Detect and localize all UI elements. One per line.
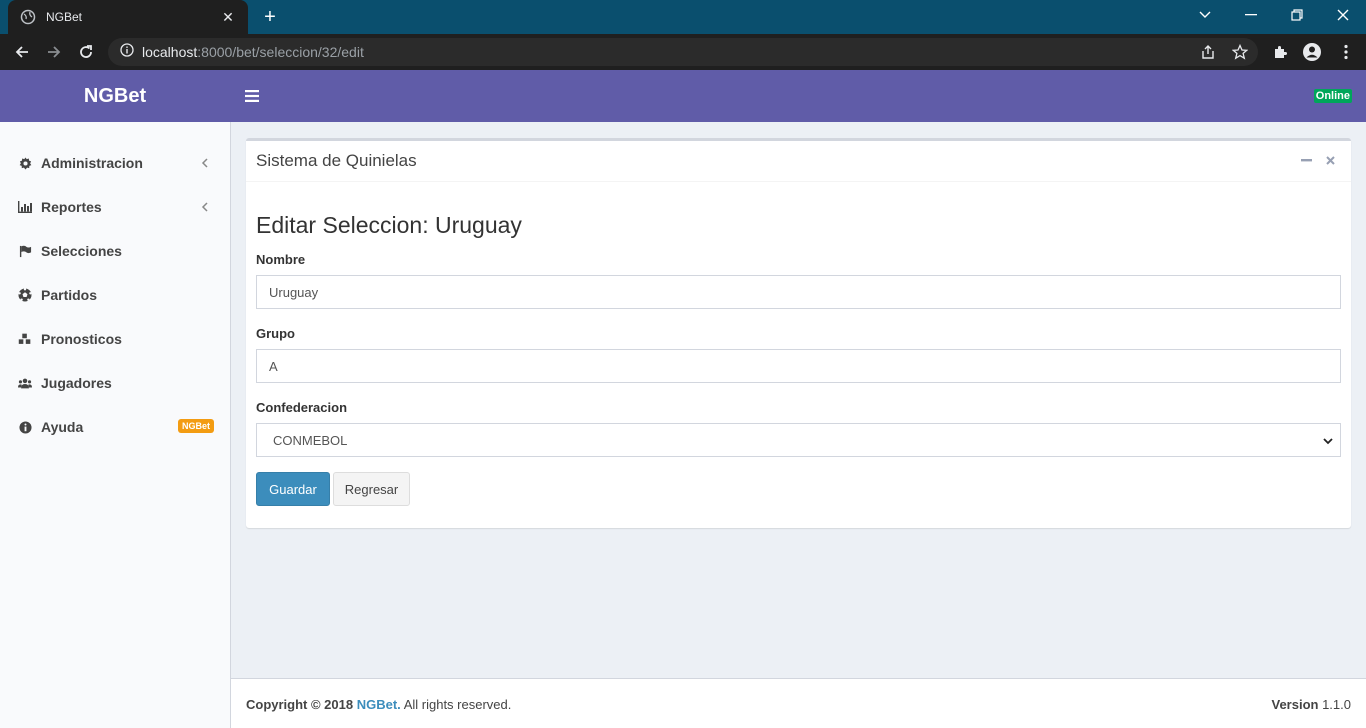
sidebar-item-label: Reportes xyxy=(41,199,102,215)
chevron-left-icon xyxy=(200,156,210,170)
box-header: Sistema de Quinielas xyxy=(246,141,1351,182)
footer-brand-link[interactable]: NGBet. xyxy=(357,697,401,712)
version-info: Version 1.1.0 xyxy=(1271,697,1351,712)
sidebar-item-label: Ayuda xyxy=(41,419,84,435)
bar-chart-icon xyxy=(18,200,32,214)
footer: Copyright © 2018 NGBet. All rights reser… xyxy=(231,678,1366,728)
sidebar-item-pronosticos[interactable]: Pronosticos xyxy=(0,317,230,361)
grupo-input[interactable] xyxy=(256,349,1341,383)
regresar-button[interactable]: Regresar xyxy=(333,472,410,506)
reload-icon[interactable] xyxy=(72,38,100,66)
tab-search-icon[interactable] xyxy=(1182,0,1228,30)
browser-tab[interactable]: NGBet ✕ xyxy=(8,0,248,34)
soccer-ball-icon xyxy=(18,288,32,302)
confederacion-label: Confederacion xyxy=(256,400,348,415)
users-icon xyxy=(18,376,32,390)
tab-title: NGBet xyxy=(46,10,83,24)
copyright-prefix: Copyright © 2018 xyxy=(246,697,354,712)
ngbet-badge: NGBet xyxy=(177,419,214,433)
grupo-label: Grupo xyxy=(256,326,295,341)
guardar-button[interactable]: Guardar xyxy=(256,472,330,506)
bookmark-star-icon[interactable] xyxy=(1226,38,1254,66)
sidebar-item-ayuda[interactable]: Ayuda NGBet xyxy=(0,405,230,449)
sidebar-toggle-icon[interactable] xyxy=(240,84,264,108)
sidebar-item-jugadores[interactable]: Jugadores xyxy=(0,361,230,405)
chevron-left-icon xyxy=(200,200,210,214)
info-icon xyxy=(18,420,32,434)
back-icon[interactable] xyxy=(8,38,36,66)
sidebar-item-selecciones[interactable]: Selecciones xyxy=(0,229,230,273)
sidebar-item-label: Pronosticos xyxy=(41,331,122,347)
chevron-down-icon xyxy=(1322,435,1334,447)
sidebar-item-partidos[interactable]: Partidos xyxy=(0,273,230,317)
close-tab-icon[interactable]: ✕ xyxy=(220,9,236,26)
sidebar-item-administracion[interactable]: Administracion xyxy=(0,141,230,185)
new-tab-button[interactable]: + xyxy=(258,6,282,28)
flag-icon xyxy=(18,244,32,258)
sidebar-item-reportes[interactable]: Reportes xyxy=(0,185,230,229)
sidebar-item-label: Selecciones xyxy=(41,243,122,259)
address-bar[interactable]: localhost:8000/bet/seleccion/32/edit xyxy=(108,38,1258,66)
sidebar: Administracion Reportes Selecciones Part… xyxy=(0,122,231,728)
close-icon[interactable] xyxy=(1323,153,1337,167)
url-host: localhost xyxy=(142,44,198,60)
copyright-text: Copyright © 2018 NGBet. All rights reser… xyxy=(246,697,511,712)
share-icon[interactable] xyxy=(1194,38,1222,66)
app-header: NGBet Online xyxy=(0,70,1366,122)
gear-icon xyxy=(18,156,32,170)
app-logo[interactable]: NGBet xyxy=(0,70,230,122)
browser-tab-strip: NGBet ✕ + xyxy=(0,0,1366,34)
site-info-icon[interactable] xyxy=(120,42,134,62)
collapse-icon[interactable] xyxy=(1299,153,1313,167)
confederacion-selected-value: CONMEBOL xyxy=(273,432,348,448)
close-window-icon[interactable] xyxy=(1320,0,1366,30)
globe-icon xyxy=(20,9,36,25)
version-value: 1.1.0 xyxy=(1322,697,1351,712)
nombre-input[interactable] xyxy=(256,275,1341,309)
forward-icon[interactable] xyxy=(40,38,68,66)
confederacion-select[interactable]: CONMEBOL xyxy=(256,423,1341,457)
online-status-badge: Online xyxy=(1313,89,1352,103)
url-text: localhost:8000/bet/seleccion/32/edit xyxy=(142,44,364,60)
url-path: :8000/bet/seleccion/32/edit xyxy=(197,44,364,60)
version-label: Version xyxy=(1271,697,1319,712)
page-title: Editar Seleccion: Uruguay xyxy=(256,212,522,238)
browser-toolbar: localhost:8000/bet/seleccion/32/edit xyxy=(0,34,1366,70)
nombre-label: Nombre xyxy=(256,252,306,267)
profile-icon[interactable] xyxy=(1298,38,1326,66)
sidebar-item-label: Partidos xyxy=(41,287,98,303)
extensions-icon[interactable] xyxy=(1266,38,1294,66)
sidebar-item-label: Jugadores xyxy=(41,375,112,391)
sidebar-item-label: Administracion xyxy=(41,155,143,171)
cubes-icon xyxy=(18,332,32,346)
restore-icon[interactable] xyxy=(1274,0,1320,30)
content-box: Sistema de Quinielas Editar Seleccion: U… xyxy=(246,138,1351,528)
box-title: Sistema de Quinielas xyxy=(256,151,417,170)
minimize-icon[interactable] xyxy=(1228,0,1274,30)
menu-kebab-icon[interactable] xyxy=(1332,38,1360,66)
rights-text: All rights reserved. xyxy=(403,697,512,712)
